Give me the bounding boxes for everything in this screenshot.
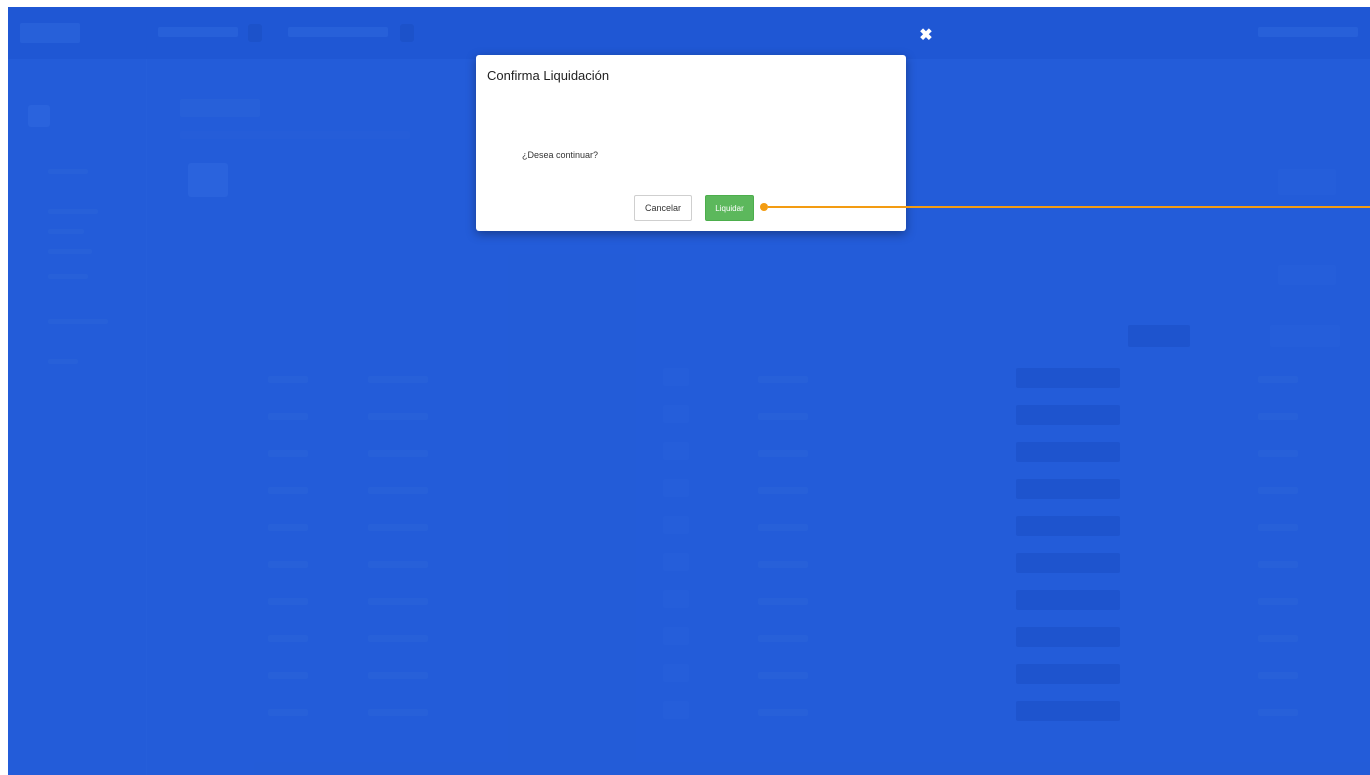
frame-edge-top (0, 0, 1370, 7)
confirm-dialog: Confirma Liquidación ¿Desea continuar? C… (476, 55, 906, 231)
liquidar-button[interactable]: Liquidar (705, 195, 754, 221)
frame-edge-left (0, 0, 8, 775)
screen-frame: ✖ Confirma Liquidación ¿Desea continuar?… (0, 0, 1370, 775)
callout-marker (760, 203, 768, 211)
dialog-title: Confirma Liquidación (487, 68, 610, 83)
close-icon[interactable]: ✖ (918, 28, 934, 44)
dialog-message: ¿Desea continuar? (522, 150, 599, 160)
callout-line (768, 206, 1370, 208)
cancel-button[interactable]: Cancelar (634, 195, 692, 221)
